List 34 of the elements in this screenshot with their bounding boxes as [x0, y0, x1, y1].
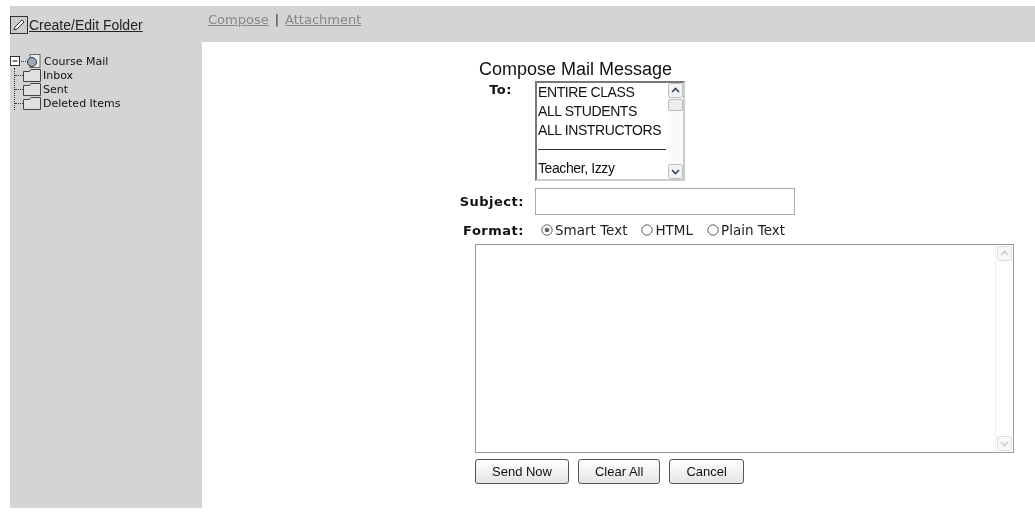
field-label: Subject:	[458, 194, 525, 209]
folder-item[interactable]: Inbox	[43, 68, 74, 82]
subject-field[interactable]	[535, 188, 795, 215]
field-label: To:	[488, 81, 513, 97]
create-folder-link[interactable]: Create/Edit Folder	[29, 17, 143, 33]
form-title: Compose Mail Message	[479, 59, 674, 80]
recipient-option[interactable]: ENTIRE CLASS	[538, 83, 668, 102]
field-label: Format:	[462, 222, 525, 238]
recipient-option[interactable]: Teacher, Izzy	[538, 159, 668, 178]
folder-item[interactable]: Course Mail	[44, 54, 109, 68]
folder-item[interactable]: Deleted Items	[43, 96, 121, 110]
form-button[interactable]: Send Now	[475, 459, 569, 484]
recipient-option[interactable]: ALL STUDENTS	[538, 102, 668, 121]
form-button[interactable]: Clear All	[578, 459, 661, 484]
scrollbar[interactable]	[995, 245, 1013, 452]
message-field[interactable]	[475, 244, 1014, 453]
folder-icon	[23, 82, 41, 96]
format-radio[interactable]: HTML	[641, 222, 693, 238]
form-button[interactable]: Cancel	[669, 459, 744, 484]
scrollbar[interactable]	[668, 83, 683, 179]
scroll-down-icon	[997, 436, 1012, 451]
scroll-down-icon	[668, 164, 683, 179]
recipient-list[interactable]: ENTIRE CLASS ALL STUDENTS ALL INSTRUCTORS Teacher, Izzy	[535, 81, 685, 181]
folder-item[interactable]: Sent	[43, 82, 69, 96]
collapse-icon[interactable]	[10, 55, 21, 67]
format-radio[interactable]: Plain Text	[707, 222, 786, 238]
folder-icon	[23, 68, 41, 82]
scroll-thumb[interactable]	[668, 99, 683, 111]
format-radio[interactable]: Smart Text	[541, 222, 628, 238]
scroll-up-icon	[668, 83, 683, 98]
folder-icon	[23, 96, 41, 110]
recipient-option[interactable]: ALL INSTRUCTORS	[538, 121, 668, 140]
nav-separator: |	[274, 12, 280, 27]
scroll-up-icon	[997, 246, 1012, 261]
